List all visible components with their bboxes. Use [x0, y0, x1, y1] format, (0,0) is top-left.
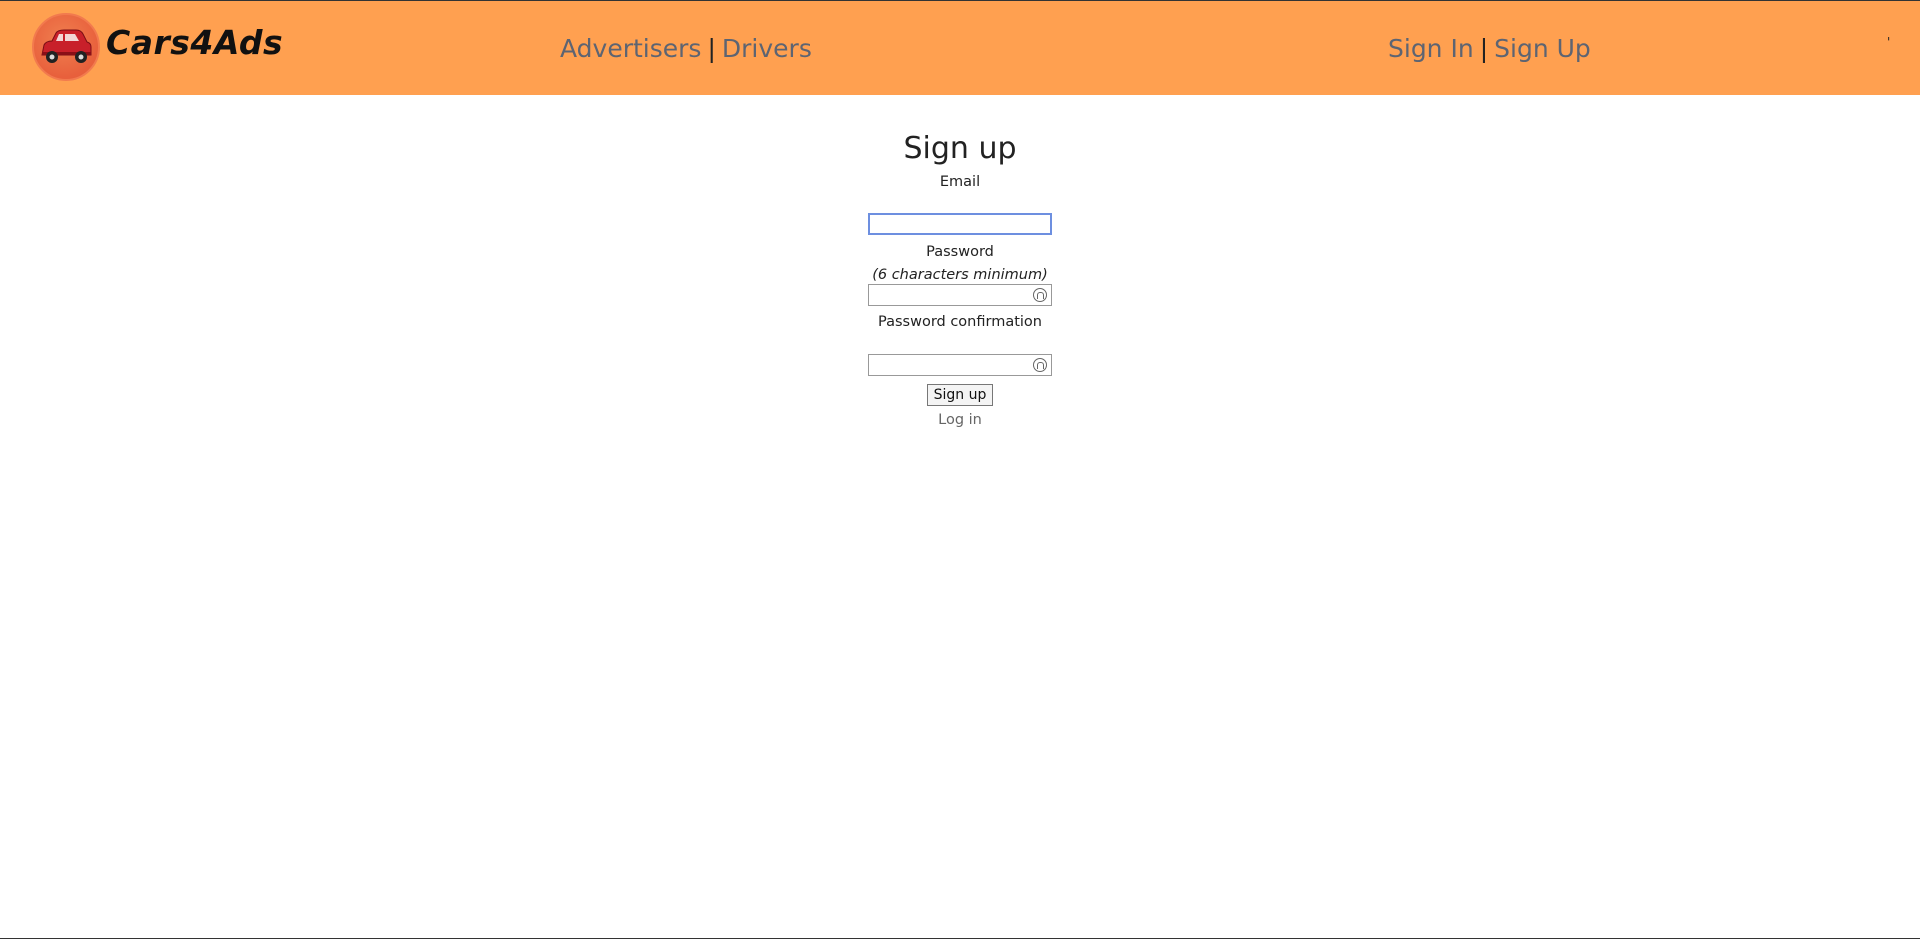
email-label: Email: [939, 174, 981, 190]
password-manager-icon[interactable]: [1033, 358, 1047, 372]
log-in-link[interactable]: Log in: [0, 412, 1920, 428]
brand-name[interactable]: Cars4Ads: [106, 23, 283, 62]
nav-advertisers-link[interactable]: Advertisers: [560, 34, 701, 63]
sign-up-button[interactable]: Sign up: [927, 384, 993, 406]
password-hint: (6 characters minimum): [872, 267, 1048, 283]
navbar: Cars4Ads Advertisers | Drivers Sign In | Sig…: [0, 1, 1920, 95]
car-logo-icon[interactable]: [32, 13, 100, 81]
page-title: Sign up: [903, 131, 1017, 166]
email-field[interactable]: [868, 213, 1052, 235]
nav-separator: |: [1479, 34, 1489, 63]
password-manager-icon[interactable]: [1033, 288, 1047, 302]
nav-separator: |: [707, 34, 716, 63]
nav-auth: Sign In | Sign Up: [1388, 34, 1591, 63]
password-confirmation-label: Password confirmation: [878, 314, 1042, 330]
nav-sign-in-link[interactable]: Sign In: [1388, 34, 1474, 63]
password-confirmation-field[interactable]: [868, 354, 1052, 376]
password-label: Password: [926, 244, 994, 260]
page: Cars4Ads Advertisers | Drivers Sign In | Sig…: [0, 0, 1920, 939]
nav-sign-up-link[interactable]: Sign Up: [1494, 34, 1591, 63]
nav-drivers-link[interactable]: Drivers: [722, 34, 812, 63]
corner-mark: ': [1887, 35, 1891, 49]
nav-main: Advertisers | Drivers: [560, 34, 812, 63]
password-field[interactable]: [868, 284, 1052, 306]
